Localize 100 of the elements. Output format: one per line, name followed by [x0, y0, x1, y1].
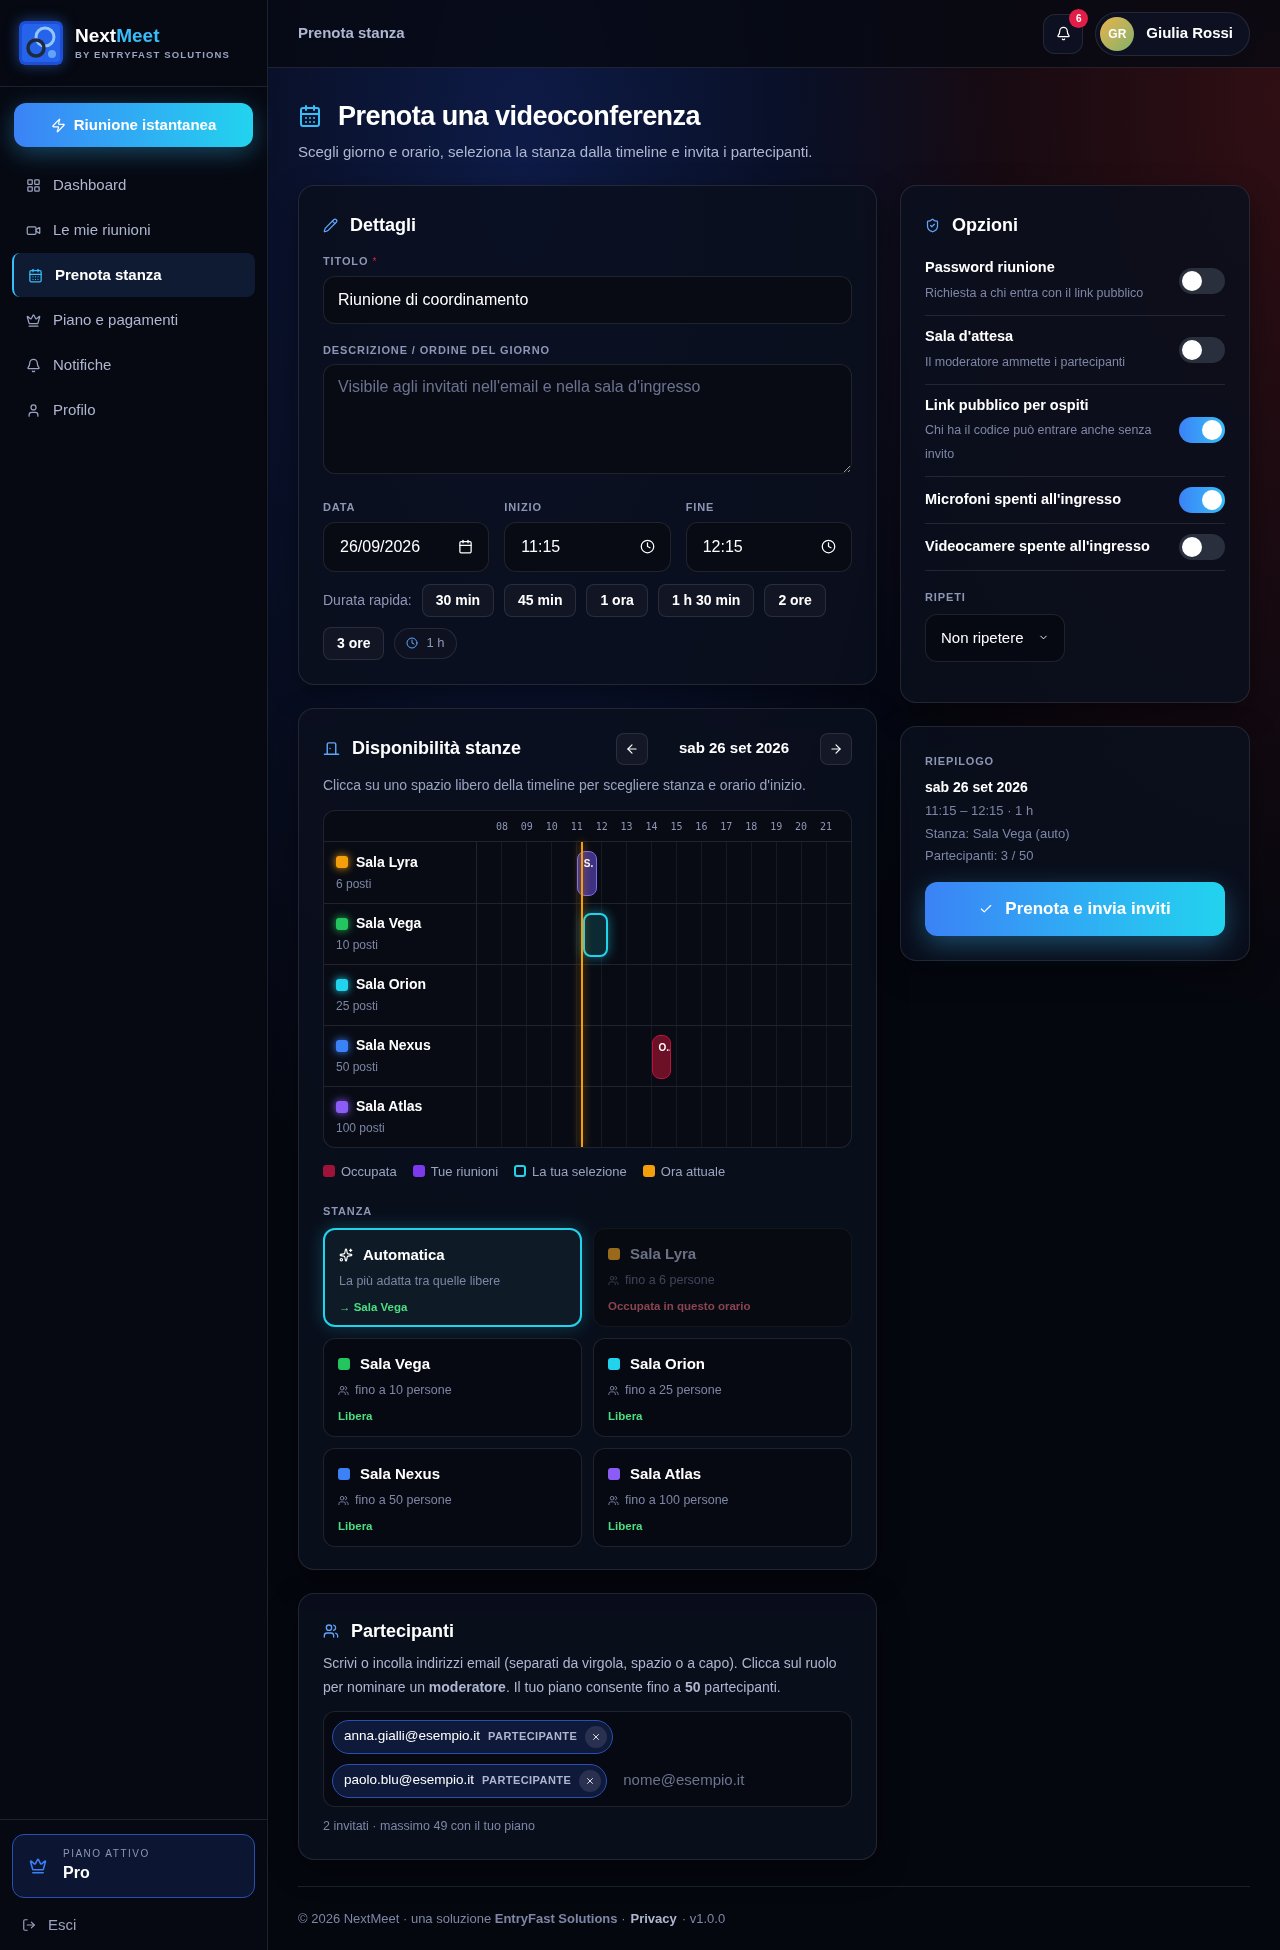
hour-label: 08	[495, 819, 508, 834]
toggle-switch[interactable]	[1179, 487, 1225, 514]
duration-button[interactable]: 45 min	[504, 583, 577, 617]
user-menu-button[interactable]: GR Giulia Rossi	[1095, 11, 1250, 56]
duration-button[interactable]: 1 ora	[586, 583, 648, 617]
crown-icon	[29, 1856, 47, 1875]
busy-block[interactable]: O..	[651, 1034, 672, 1079]
hour-label: 15	[670, 819, 683, 834]
legend-swatch	[514, 1165, 527, 1178]
room-option-card[interactable]: Sala Atlas fino a 100 persone Libera	[593, 1447, 852, 1547]
room-status: Libera	[338, 1518, 374, 1534]
field-label: INIZIO	[504, 500, 543, 515]
calendar-icon	[28, 267, 43, 283]
room-status: Libera	[608, 1518, 644, 1534]
card-title: Opzioni	[952, 214, 1018, 237]
selected-date: sab 26 set 2026	[677, 738, 791, 759]
legend-label: Tue riunioni	[430, 1162, 499, 1181]
people-icon	[338, 1494, 349, 1506]
duration-button[interactable]: 2 ore	[764, 583, 826, 617]
field-label: STANZA	[323, 1204, 374, 1219]
close-icon	[591, 1731, 602, 1742]
next-day-button[interactable]	[820, 732, 852, 765]
legend-swatch	[642, 1165, 655, 1178]
toggle-switch[interactable]	[1179, 417, 1225, 444]
date-field[interactable]: 26/09/2026	[323, 521, 490, 572]
remove-button[interactable]	[585, 1725, 608, 1748]
selection-block[interactable]	[582, 912, 608, 957]
room-detail: La più adatta tra quelle libere	[339, 1273, 501, 1290]
option-description: Il moderatore ammette i partecipanti	[925, 353, 1127, 371]
room-name: Sala Vega	[360, 1353, 431, 1374]
duration-button[interactable]: 1 h 30 min	[657, 583, 755, 617]
room-capacity: 25 posti	[336, 998, 380, 1015]
field-label: DESCRIZIONE / ORDINE DEL GIORNO	[323, 342, 551, 358]
bell-icon	[1055, 26, 1071, 41]
privacy-link[interactable]: Privacy	[630, 1908, 677, 1928]
toggle-switch[interactable]	[1179, 336, 1225, 363]
sidebar-item[interactable]: Le mie riunioni	[12, 208, 255, 252]
hour-label: 17	[720, 819, 733, 834]
notification-badge: 6	[1069, 8, 1089, 28]
room-name: Sala Nexus	[356, 1036, 431, 1055]
page-title: Prenota una videoconferenza	[338, 100, 700, 133]
role-toggle[interactable]: PARTECIPANTE	[482, 1772, 572, 1789]
email-input[interactable]: nome@esempio.it	[617, 1769, 843, 1792]
breadcrumb: Prenota stanza	[298, 23, 405, 44]
role-toggle[interactable]: PARTECIPANTE	[488, 1728, 578, 1745]
duration-button[interactable]: 30 min	[421, 583, 495, 617]
logout-link[interactable]: Esci	[12, 1913, 255, 1936]
sidebar-item[interactable]: Notifiche	[12, 343, 255, 387]
participants-field[interactable]: anna.gialli@esempio.it PARTECIPANTE paolo.blu@esempio.it PARTECIPANTE nome@esempio.it	[323, 1710, 852, 1807]
room-detail: fino a 25 persone	[625, 1382, 722, 1399]
remove-button[interactable]	[579, 1769, 602, 1792]
timeline-hint: Clicca su uno spazio libero della timeline per scegliere stanza e orario d'inizio.	[323, 775, 807, 795]
room-option-card[interactable]: Sala Orion fino a 25 persone Libera	[593, 1337, 852, 1437]
close-icon	[585, 1775, 596, 1786]
room-capacity: 10 posti	[336, 937, 380, 954]
option-description: Chi ha il codice può entrare anche senza invito	[925, 422, 1153, 464]
option-label: Password riunione	[925, 258, 1056, 277]
field-label: RIEPILOGO	[925, 753, 996, 769]
participants-description: Scrivi o incolla indirizzi email (separati da virgola, spazio o a capo). Clicca sul ruolo per nominare un moderatore. Il tuo piano consente fino a 50 partecipanti.	[323, 1653, 838, 1697]
plan-name: Pro	[63, 1863, 91, 1883]
sidebar-item[interactable]: Profilo	[12, 388, 255, 432]
toggle-switch[interactable]	[1179, 267, 1225, 294]
option-description: Richiesta a chi entra con il link pubblico	[925, 284, 1145, 302]
end-time-field[interactable]: 12:15	[685, 521, 852, 572]
room-option-card[interactable]: Sala Nexus fino a 50 persone Libera	[323, 1447, 582, 1547]
description-field[interactable]: Visibile agli invitati nell'email e nella sala d'ingresso	[323, 364, 852, 474]
room-option-card[interactable]: Automatica La più adatta tra quelle libere → Sala Vega	[323, 1227, 582, 1327]
people-icon	[608, 1274, 619, 1286]
sidebar-item[interactable]: Prenota stanza	[12, 253, 255, 297]
room-option-card[interactable]: Sala Vega fino a 10 persone Libera	[323, 1337, 582, 1437]
lightning-icon	[50, 117, 66, 133]
plan-label: PIANO ATTIVO	[63, 1847, 150, 1861]
arrow-right-icon	[829, 741, 843, 756]
room-name: Automatica	[363, 1244, 445, 1265]
hour-label: 19	[770, 819, 783, 834]
hour-label: 09	[520, 819, 533, 834]
pencil-icon	[323, 218, 338, 233]
previous-day-button[interactable]	[616, 732, 648, 765]
sidebar-item[interactable]: Dashboard	[12, 163, 255, 207]
avatar: GR	[1100, 16, 1135, 51]
required-mark: *	[372, 254, 377, 269]
repeat-select[interactable]: Non ripetere	[925, 613, 1065, 662]
footer-text: © 2026 NextMeet · una soluzione EntryFast Solutions ·	[298, 1909, 626, 1928]
shield-icon	[925, 218, 940, 233]
duration-button[interactable]: 3 ore	[323, 626, 385, 660]
room-name: Sala Orion	[356, 975, 427, 994]
toggle-switch[interactable]	[1179, 534, 1225, 561]
calendar-icon	[298, 104, 322, 129]
logo-icon	[19, 21, 63, 65]
start-time-field[interactable]: 11:15	[504, 521, 671, 572]
logout-icon	[22, 1917, 36, 1932]
clock-icon	[821, 538, 836, 554]
chip-email: paolo.blu@esempio.it	[344, 1771, 475, 1790]
card-title: Disponibilità stanze	[352, 737, 522, 760]
room-detail: fino a 50 persone	[355, 1492, 452, 1509]
people-icon	[323, 1623, 339, 1639]
title-field[interactable]: Riunione di coordinamento	[323, 275, 852, 324]
room-status: Libera	[338, 1408, 374, 1424]
sidebar-item[interactable]: Piano e pagamenti	[12, 298, 255, 342]
door-icon	[323, 740, 340, 757]
